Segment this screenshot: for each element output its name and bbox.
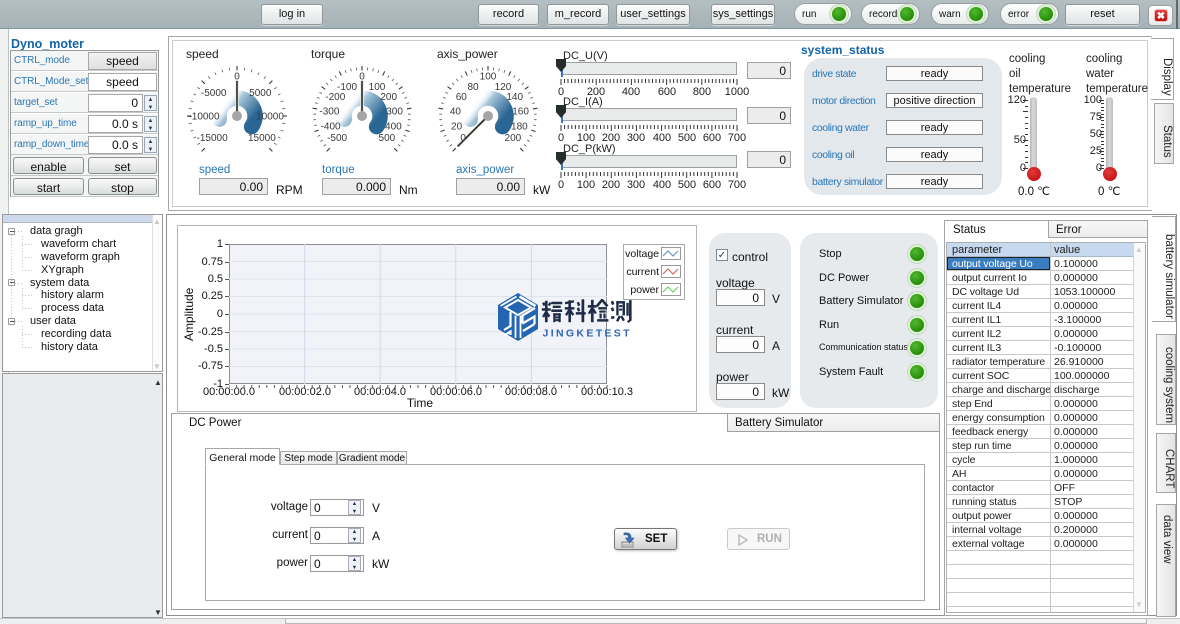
svg-text:20: 20	[451, 122, 463, 133]
svg-text:-10000: -10000	[188, 112, 220, 123]
svg-text:160: 160	[512, 106, 529, 117]
svg-text:140: 140	[506, 92, 523, 103]
svg-text:100: 100	[480, 72, 497, 83]
svg-text:15000: 15000	[248, 133, 276, 144]
svg-text:-5000: -5000	[201, 88, 227, 99]
svg-text:-15000: -15000	[197, 133, 229, 144]
svg-text:40: 40	[450, 106, 462, 117]
svg-text:5000: 5000	[249, 88, 272, 99]
svg-text:180: 180	[511, 122, 528, 133]
svg-text:0: 0	[460, 133, 466, 144]
svg-text:-400: -400	[321, 122, 341, 133]
svg-text:-200: -200	[325, 92, 345, 103]
svg-text:200: 200	[380, 92, 397, 103]
svg-text:80: 80	[467, 82, 479, 93]
svg-text:200: 200	[505, 133, 522, 144]
svg-text:-500: -500	[327, 133, 347, 144]
svg-text:500: 500	[379, 133, 396, 144]
svg-text:JINGKETEST: JINGKETEST	[543, 328, 632, 340]
svg-text:0: 0	[359, 72, 365, 83]
svg-text:60: 60	[456, 92, 468, 103]
svg-text:-100: -100	[337, 82, 357, 93]
svg-text:10000: 10000	[256, 112, 284, 123]
svg-text:0: 0	[234, 72, 240, 83]
svg-text:-300: -300	[319, 106, 339, 117]
svg-text:300: 300	[386, 106, 403, 117]
svg-text:400: 400	[385, 122, 402, 133]
